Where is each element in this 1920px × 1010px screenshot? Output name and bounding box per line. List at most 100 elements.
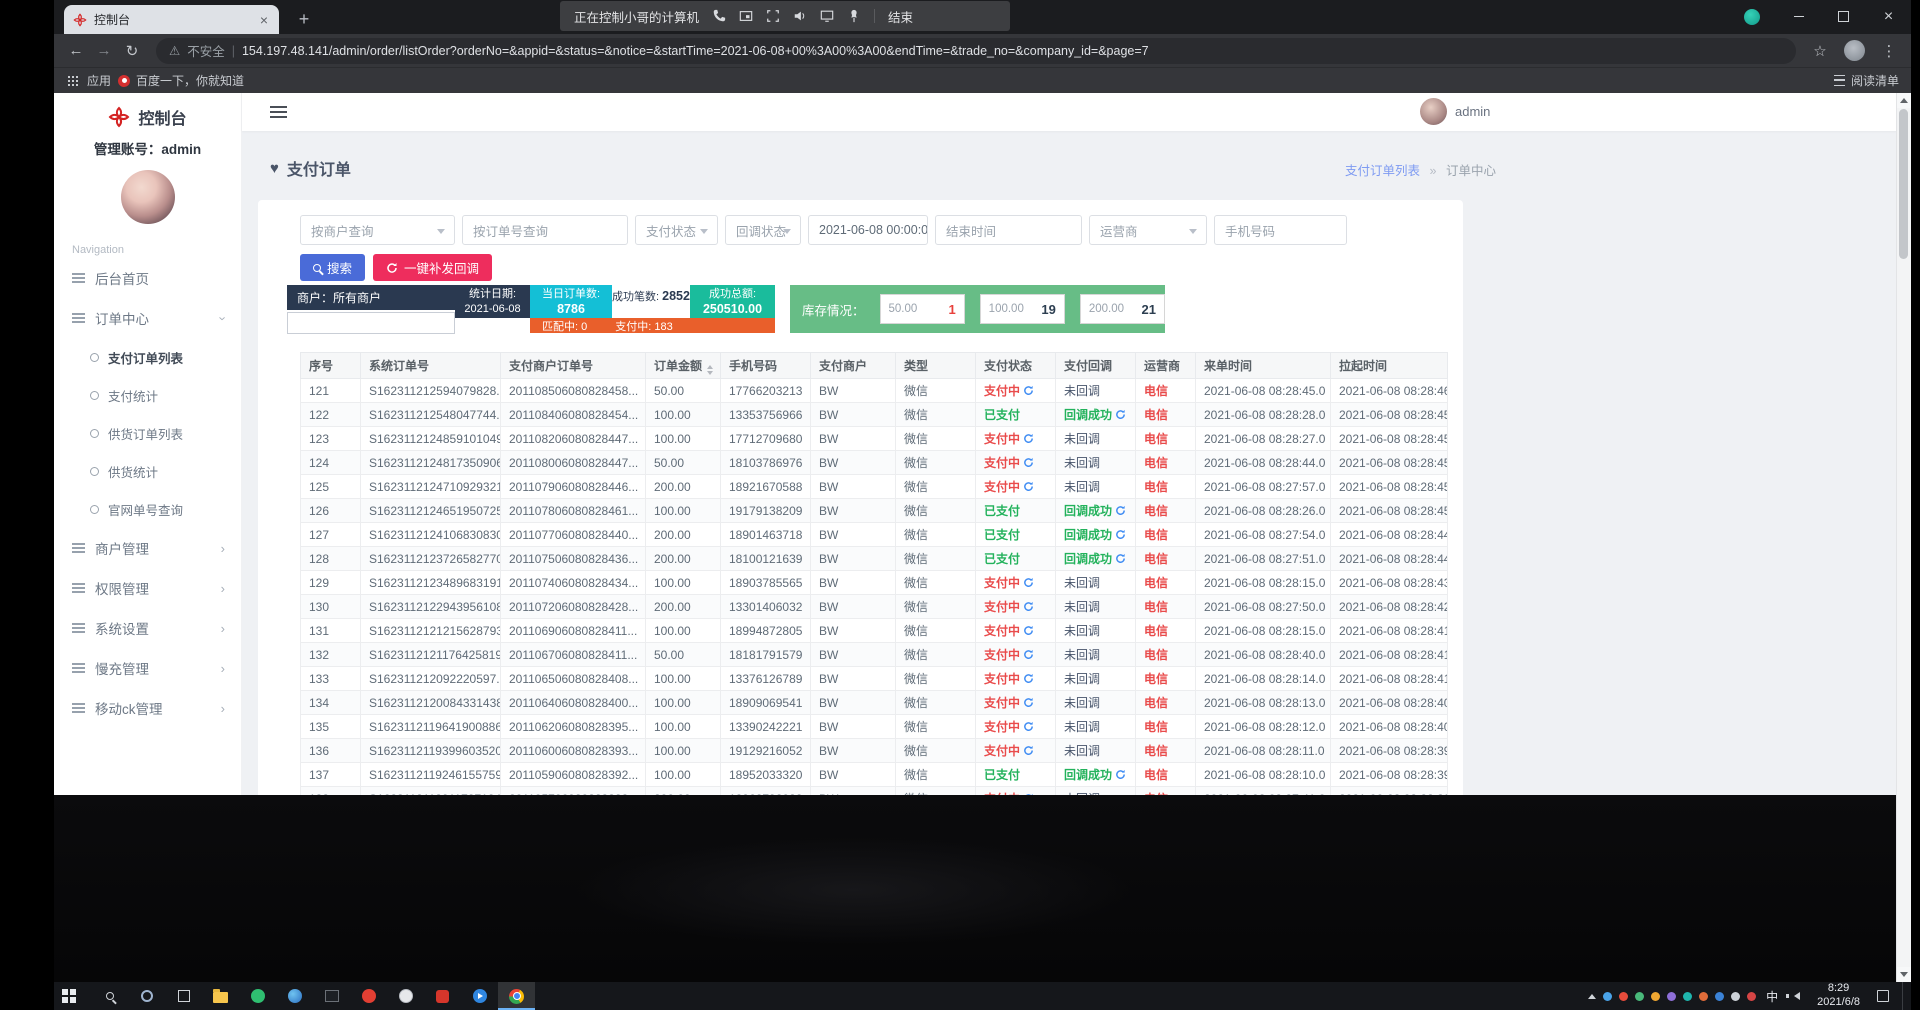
pay-status-select[interactable]: 支付状态 <box>635 215 718 245</box>
pin-icon[interactable] <box>847 9 861 23</box>
search-button[interactable]: 搜索 <box>300 254 365 281</box>
display-icon[interactable] <box>820 9 834 23</box>
tray-icon[interactable] <box>1731 992 1740 1001</box>
refresh-icon[interactable] <box>1023 457 1034 468</box>
refresh-icon[interactable] <box>1115 769 1126 780</box>
minimize-button[interactable] <box>1776 0 1821 33</box>
maximize-button[interactable] <box>1821 0 1866 33</box>
refresh-icon[interactable] <box>1023 673 1034 684</box>
sidebar-subitem[interactable]: 供货订单列表 <box>54 414 241 452</box>
scroll-up-icon[interactable] <box>1897 93 1911 108</box>
bookmark-baidu[interactable]: 百度一下，你就知道 <box>118 72 244 89</box>
phone-icon[interactable] <box>712 9 726 23</box>
chrome-taskbar-button[interactable] <box>498 982 535 1010</box>
callback-status-select[interactable]: 回调状态 <box>725 215 801 245</box>
logo[interactable]: 控制台 <box>54 93 241 129</box>
gray-app-taskbar-button[interactable] <box>387 982 424 1010</box>
refresh-icon[interactable] <box>1115 553 1126 564</box>
video-player-taskbar-button[interactable] <box>461 982 498 1010</box>
red-app-taskbar-button[interactable] <box>424 982 461 1010</box>
bookmark-apps[interactable]: 应用 <box>87 72 111 89</box>
session-indicator-icon[interactable] <box>1744 9 1760 25</box>
sidebar-item[interactable]: 慢充管理› <box>54 648 241 688</box>
show-desktop-button[interactable] <box>1902 982 1907 1010</box>
refresh-icon[interactable] <box>1115 529 1126 540</box>
browser-profile-icon[interactable] <box>1844 40 1865 61</box>
refresh-icon[interactable] <box>1023 577 1034 588</box>
tray-icon[interactable] <box>1715 992 1724 1001</box>
sidebar-subitem[interactable]: 供货统计 <box>54 452 241 490</box>
sidebar-subitem[interactable]: 支付统计 <box>54 376 241 414</box>
refresh-icon[interactable] <box>1023 697 1034 708</box>
green-app-taskbar-button[interactable] <box>239 982 276 1010</box>
tray-icon[interactable] <box>1603 992 1612 1001</box>
refresh-icon[interactable] <box>1023 433 1034 444</box>
blue-app-taskbar-button[interactable] <box>276 982 313 1010</box>
reading-list-button[interactable]: 阅读清单 <box>1834 72 1899 89</box>
sidebar-item[interactable]: 移动ck管理› <box>54 688 241 728</box>
tab-close-icon[interactable]: × <box>258 12 270 28</box>
browser-menu-icon[interactable]: ⋮ <box>1875 37 1903 65</box>
sidebar-item[interactable]: 商户管理› <box>54 528 241 568</box>
sidebar-item[interactable]: 订单中心› <box>54 298 241 338</box>
file-explorer-taskbar-button[interactable] <box>202 982 239 1010</box>
end-time-input[interactable]: 结束时间 <box>935 215 1082 245</box>
forward-icon[interactable]: → <box>90 37 118 65</box>
sort-icon[interactable] <box>707 365 713 375</box>
table-header-cell[interactable]: 订单金额 <box>646 353 721 379</box>
refresh-icon[interactable] <box>1023 745 1034 756</box>
fullscreen-icon[interactable] <box>766 9 780 23</box>
reload-icon[interactable]: ↻ <box>118 37 146 65</box>
volume-icon[interactable] <box>793 9 807 23</box>
sidebar-subitem[interactable]: 支付订单列表 <box>54 338 241 376</box>
bookmark-star-icon[interactable]: ☆ <box>1806 37 1834 65</box>
start-button[interactable] <box>54 982 91 1010</box>
tray-expand-icon[interactable] <box>1588 994 1596 999</box>
volume-tray-icon[interactable] <box>1790 992 1800 1000</box>
refresh-icon[interactable] <box>1023 649 1034 660</box>
new-tab-button[interactable]: + <box>292 7 316 31</box>
scrollbar-thumb[interactable] <box>1899 109 1908 259</box>
merchant-filter-select[interactable]: 按商户查询 <box>300 215 455 245</box>
sidebar-subitem[interactable]: 官网单号查询 <box>54 490 241 528</box>
breadcrumb-link[interactable]: 支付订单列表 <box>1345 164 1420 178</box>
start-time-input[interactable]: 2021-06-08 00:00:00 <box>808 215 928 245</box>
tray-icon[interactable] <box>1651 992 1660 1001</box>
tray-icon[interactable] <box>1619 992 1628 1001</box>
browser-tab[interactable]: 控制台 × <box>64 5 279 34</box>
screen-ratio-icon[interactable] <box>739 9 753 23</box>
address-bar[interactable]: ⚠ 不安全 | 154.197.48.141/admin/order/listO… <box>156 38 1796 64</box>
apps-grid-icon[interactable] <box>68 76 70 78</box>
refresh-icon[interactable] <box>1115 505 1126 516</box>
stat-merchant-input[interactable] <box>287 312 455 334</box>
refresh-icon[interactable] <box>1023 721 1034 732</box>
cortana-taskbar-button[interactable] <box>128 982 165 1010</box>
order-no-input[interactable]: 按订单号查询 <box>462 215 628 245</box>
task-view-taskbar-button[interactable] <box>165 982 202 1010</box>
terminal-taskbar-button[interactable] <box>313 982 350 1010</box>
user-avatar[interactable] <box>121 170 175 224</box>
refresh-icon[interactable] <box>1023 385 1034 396</box>
tray-icon[interactable] <box>1683 992 1692 1001</box>
carrier-select[interactable]: 运营商 <box>1089 215 1207 245</box>
ime-indicator[interactable]: 中 <box>1763 988 1781 1005</box>
refresh-icon[interactable] <box>1023 625 1034 636</box>
hamburger-icon[interactable] <box>270 111 287 113</box>
tray-icon[interactable] <box>1667 992 1676 1001</box>
search-taskbar-button[interactable] <box>91 982 128 1010</box>
sidebar-item[interactable]: 后台首页 <box>54 258 241 298</box>
back-icon[interactable]: ← <box>62 37 90 65</box>
header-user[interactable]: admin <box>1420 98 1490 125</box>
tray-icon[interactable] <box>1747 992 1756 1001</box>
page-scrollbar[interactable] <box>1896 93 1911 982</box>
end-session-button[interactable]: 结束 <box>888 7 913 26</box>
sidebar-item[interactable]: 权限管理› <box>54 568 241 608</box>
taskbar-clock[interactable]: 8:292021/6/8 <box>1809 982 1868 1010</box>
tray-icon[interactable] <box>1635 992 1644 1001</box>
close-button[interactable]: × <box>1866 0 1911 33</box>
refresh-icon[interactable] <box>1023 481 1034 492</box>
sidebar-item[interactable]: 系统设置› <box>54 608 241 648</box>
red-browser-taskbar-button[interactable] <box>350 982 387 1010</box>
refresh-icon[interactable] <box>1115 409 1126 420</box>
resend-callback-button[interactable]: 一键补发回调 <box>373 254 492 281</box>
